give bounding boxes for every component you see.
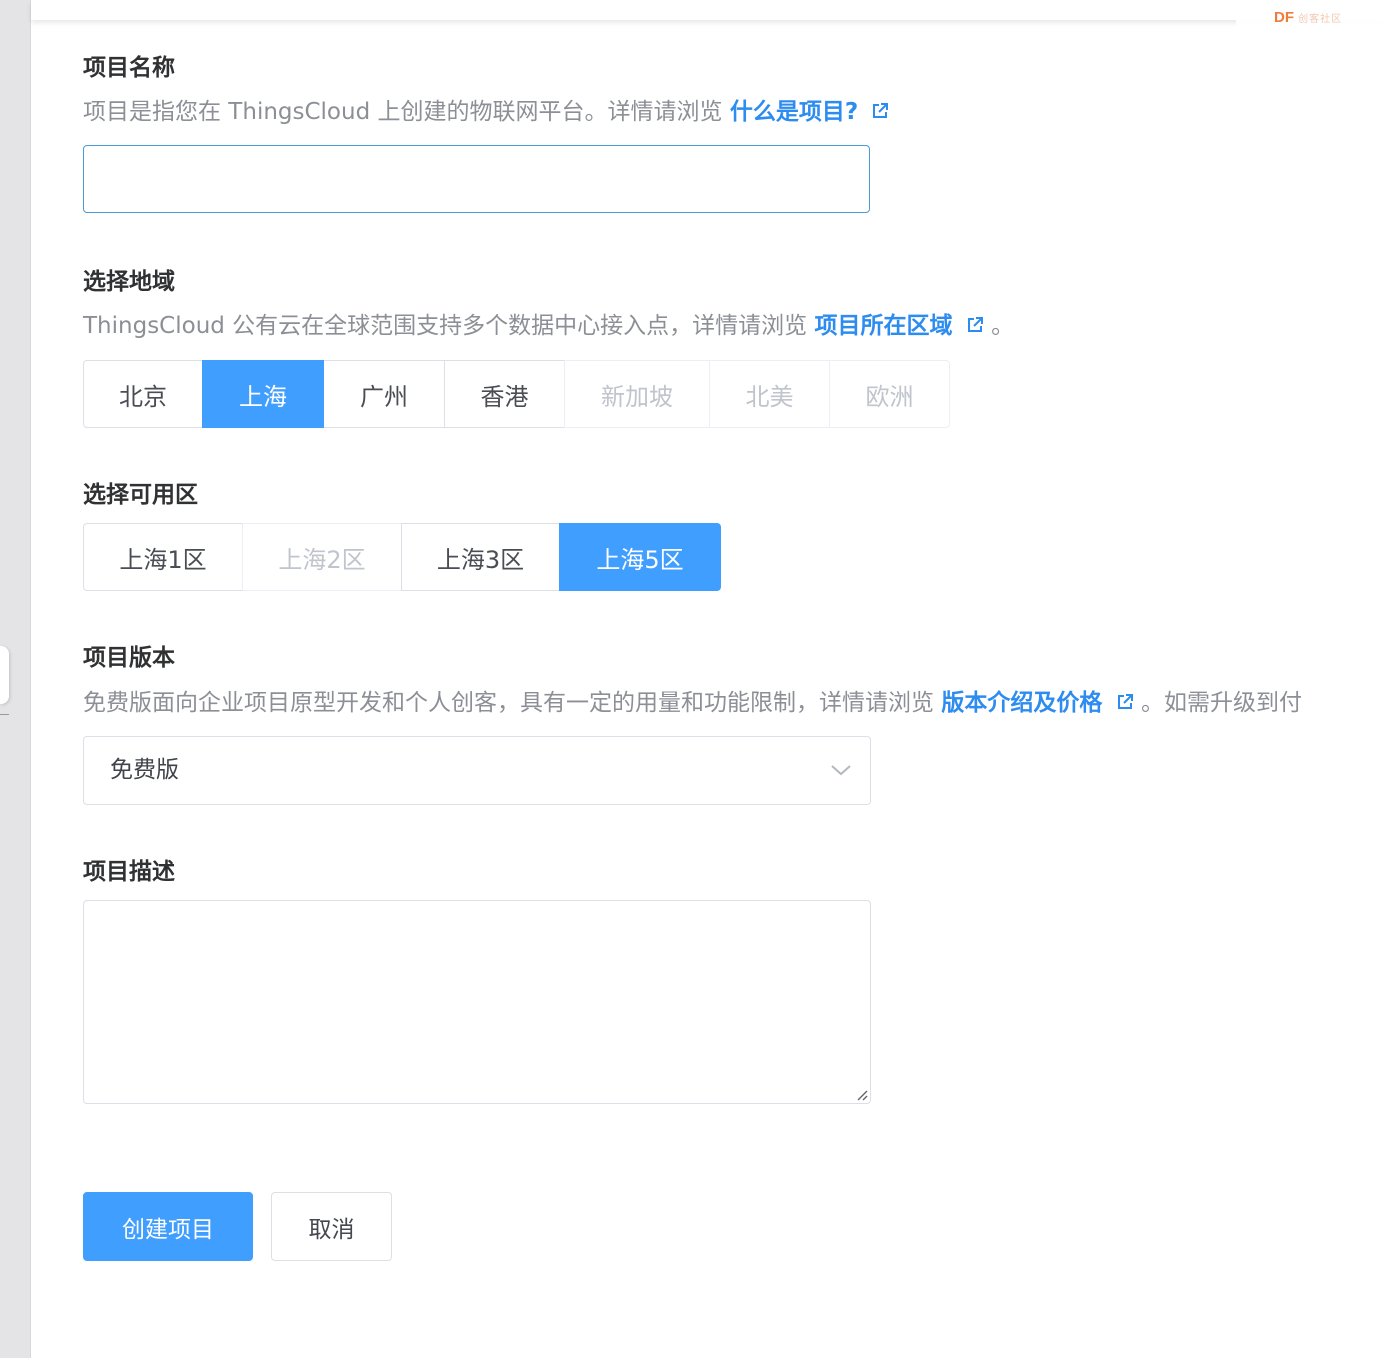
region-option-singapore[interactable]: 新加坡 xyxy=(564,360,710,428)
page-header-bar xyxy=(31,0,1382,20)
region-option-guangzhou[interactable]: 广州 xyxy=(323,360,445,428)
edition-select[interactable]: 免费版 xyxy=(83,736,871,805)
region-selector: 北京 上海 广州 香港 新加坡 北美 欧洲 xyxy=(83,360,950,428)
region-option-north-america[interactable]: 北美 xyxy=(709,360,830,428)
zone-option-1[interactable]: 上海1区 xyxy=(83,523,243,591)
edition-desc-suffix: 。如需升级到付 xyxy=(1140,690,1302,716)
description-field[interactable] xyxy=(83,900,871,1104)
region-desc-suffix: 。 xyxy=(991,313,1015,339)
edition-selected-value: 免费版 xyxy=(110,757,179,783)
project-name-input[interactable] xyxy=(84,146,869,212)
chevron-down-icon xyxy=(831,765,851,776)
external-link-icon[interactable] xyxy=(871,102,889,120)
zone-option-2[interactable]: 上海2区 xyxy=(242,523,402,591)
project-name-title: 项目名称 xyxy=(83,55,175,81)
region-desc: ThingsCloud 公有云在全球范围支持多个数据中心接入点，详情请浏览 项目… xyxy=(83,311,1014,341)
edition-title: 项目版本 xyxy=(83,645,175,671)
zone-selector: 上海1区 上海2区 上海3区 上海5区 xyxy=(83,523,721,591)
project-name-field[interactable] xyxy=(83,145,870,213)
cancel-button[interactable]: 取消 xyxy=(271,1192,392,1261)
region-title: 选择地域 xyxy=(83,269,175,295)
external-link-icon[interactable] xyxy=(1116,693,1134,711)
what-is-project-link[interactable]: 什么是项目? xyxy=(730,99,858,125)
zone-option-3[interactable]: 上海3区 xyxy=(401,523,560,591)
edition-desc: 免费版面向企业项目原型开发和个人创客，具有一定的用量和功能限制，详情请浏览 版本… xyxy=(83,688,1302,718)
sidebar-divider xyxy=(0,714,9,715)
project-name-desc: 项目是指您在 ThingsCloud 上创建的物联网平台。详情请浏览 什么是项目… xyxy=(83,97,889,127)
description-textarea[interactable] xyxy=(84,901,870,1103)
region-option-beijing[interactable]: 北京 xyxy=(83,360,203,428)
project-region-link[interactable]: 项目所在区域 xyxy=(815,313,953,339)
region-option-europe[interactable]: 欧洲 xyxy=(829,360,950,428)
region-option-shanghai[interactable]: 上海 xyxy=(202,360,324,428)
zone-title: 选择可用区 xyxy=(83,482,198,508)
external-link-icon[interactable] xyxy=(966,316,984,334)
brand-watermark: DF 创客社区 xyxy=(1236,8,1382,28)
description-title: 项目描述 xyxy=(83,859,175,885)
edition-desc-text: 免费版面向企业项目原型开发和个人创客，具有一定的用量和功能限制，详情请浏览 xyxy=(83,690,934,716)
project-name-desc-text: 项目是指您在 ThingsCloud 上创建的物联网平台。详情请浏览 xyxy=(83,99,723,125)
resize-grip-icon[interactable] xyxy=(854,1087,868,1101)
region-option-hongkong[interactable]: 香港 xyxy=(444,360,565,428)
zone-option-5[interactable]: 上海5区 xyxy=(559,523,721,591)
create-project-button[interactable]: 创建项目 xyxy=(83,1192,253,1261)
edition-pricing-link[interactable]: 版本介绍及价格 xyxy=(941,690,1102,716)
region-desc-text: ThingsCloud 公有云在全球范围支持多个数据中心接入点，详情请浏览 xyxy=(83,313,808,339)
sidebar-collapse-handle[interactable] xyxy=(0,646,9,704)
